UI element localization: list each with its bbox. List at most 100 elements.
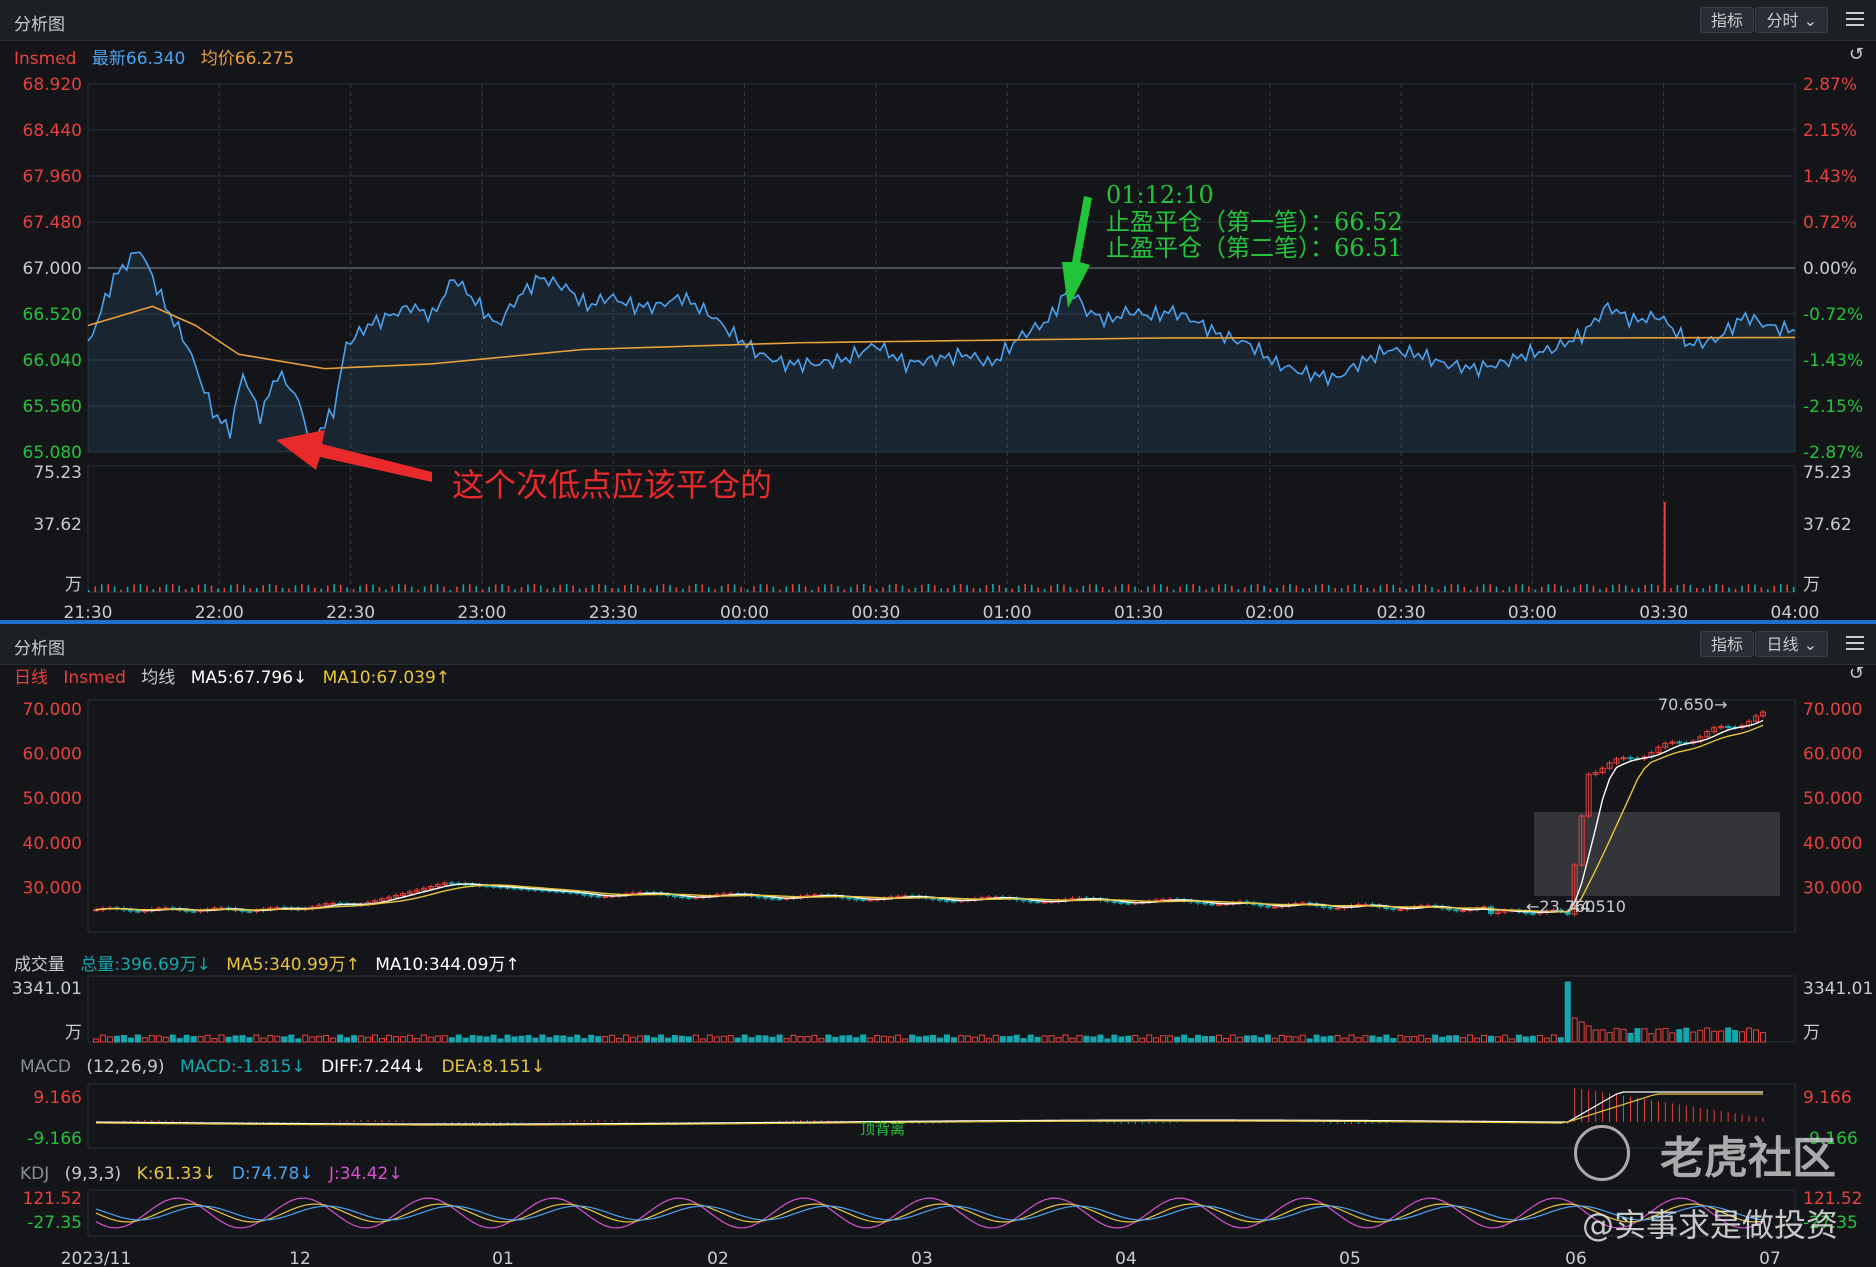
daily-volume-bar bbox=[957, 1035, 964, 1043]
volume-bar bbox=[1269, 588, 1272, 592]
candle-body bbox=[372, 900, 378, 904]
macd-dea-line bbox=[95, 1093, 1764, 1126]
reset-icon[interactable]: ↺ bbox=[1849, 663, 1864, 684]
price-tick-label: 68.440 bbox=[23, 121, 82, 141]
stock-name: Insmed bbox=[63, 668, 126, 688]
volume-bar bbox=[430, 584, 432, 592]
volume-bar bbox=[1683, 584, 1685, 592]
volume-bar bbox=[1553, 584, 1556, 592]
candle-body bbox=[832, 894, 839, 897]
candle-body bbox=[148, 908, 155, 912]
candle-body bbox=[1529, 912, 1536, 915]
daily-volume-bar bbox=[678, 1035, 685, 1043]
daily-volume-bar bbox=[1111, 1034, 1118, 1043]
daily-volume-bar bbox=[888, 1036, 895, 1043]
volume-bar bbox=[1489, 584, 1491, 592]
candle-body bbox=[1229, 902, 1236, 905]
candle-body bbox=[1250, 902, 1257, 905]
candle-body bbox=[818, 894, 825, 897]
daily-volume-bar bbox=[525, 1034, 532, 1043]
kdj-tick: 121.52 bbox=[23, 1189, 82, 1209]
volume-bar bbox=[921, 584, 923, 592]
macd-tick: 9.166 bbox=[33, 1088, 82, 1108]
candle-body bbox=[1543, 910, 1550, 914]
daily-volume-bar bbox=[532, 1037, 539, 1043]
daily-volume-bar bbox=[1655, 1028, 1662, 1043]
candle-body bbox=[553, 890, 560, 893]
ma-label: 均线 bbox=[141, 668, 176, 688]
intraday-chart[interactable]: 68.920 2.87% 68.440 2.15% 67.960 1.43% 67.480 0… bbox=[0, 0, 1876, 620]
volume-bar bbox=[417, 589, 419, 592]
candle-body bbox=[1620, 757, 1627, 760]
volume-bar bbox=[552, 587, 555, 592]
volume-bar bbox=[1205, 589, 1207, 592]
volume-bar bbox=[753, 586, 755, 592]
macd-selector[interactable]: MACD bbox=[20, 1057, 71, 1077]
daily-volume-bar bbox=[1027, 1034, 1034, 1043]
bottom-period-dropdown[interactable]: 日线 ⌄ bbox=[1755, 631, 1828, 657]
high-label: 70.650→ bbox=[1658, 695, 1727, 714]
volume-bar bbox=[365, 584, 368, 592]
candle-body bbox=[497, 886, 504, 889]
volume-bar bbox=[869, 585, 871, 592]
time-tick-label: 01:30 bbox=[1114, 603, 1163, 620]
volume-bar bbox=[1450, 584, 1453, 592]
candle-body bbox=[225, 907, 232, 910]
volume-bar bbox=[1353, 584, 1356, 592]
candle-body bbox=[1557, 909, 1564, 912]
candle-body bbox=[734, 893, 741, 896]
volume-bar bbox=[766, 584, 768, 592]
daily-volume-bar bbox=[1760, 1032, 1767, 1043]
volume-bar bbox=[1366, 587, 1369, 592]
kline-tick-label: 40.000 bbox=[1803, 834, 1862, 854]
macd-params: (12,26,9) bbox=[86, 1057, 165, 1077]
kdj-selector[interactable]: KDJ bbox=[20, 1164, 49, 1184]
daily-volume-bar bbox=[1209, 1036, 1215, 1043]
candle-body bbox=[295, 908, 302, 911]
menu-icon[interactable] bbox=[1846, 636, 1864, 652]
candle-body bbox=[602, 895, 609, 898]
daily-volume-bar bbox=[225, 1036, 232, 1043]
kdj-d-line bbox=[95, 1205, 1764, 1221]
candle-body bbox=[741, 893, 748, 896]
daily-volume-bar bbox=[469, 1034, 476, 1043]
kline-tick-label: 70.000 bbox=[1803, 700, 1862, 720]
volume-bar bbox=[940, 588, 943, 592]
volume-bar bbox=[733, 584, 736, 592]
time-tick-label: 03:00 bbox=[1508, 603, 1557, 620]
candle-body bbox=[1125, 902, 1132, 905]
candle-body bbox=[1348, 905, 1355, 908]
volume-bar bbox=[1172, 589, 1175, 592]
volume-bar bbox=[385, 589, 387, 592]
volume-bar bbox=[488, 586, 490, 592]
volume-bar bbox=[1302, 588, 1304, 592]
candle-body bbox=[1299, 902, 1306, 905]
daily-volume-bar bbox=[1250, 1035, 1257, 1043]
daily-volume-bar bbox=[992, 1034, 999, 1043]
volume-bar bbox=[630, 584, 633, 592]
daily-volume-bar bbox=[1732, 1030, 1739, 1043]
candle-body bbox=[727, 893, 734, 896]
volume-bar bbox=[1573, 587, 1575, 592]
volume-bar bbox=[242, 585, 245, 592]
volume-bar bbox=[972, 588, 975, 592]
date-tick-label: 01 bbox=[492, 1249, 514, 1267]
time-tick-label: 23:00 bbox=[457, 603, 506, 620]
candle-body bbox=[964, 899, 971, 902]
daily-volume-bar bbox=[1683, 1027, 1690, 1043]
bottom-indicator-button[interactable]: 指标 bbox=[1699, 631, 1754, 657]
annotation-red-note: 这个次低点应该平仓的 bbox=[452, 466, 772, 504]
candle-body bbox=[316, 904, 323, 908]
volume-bar bbox=[623, 585, 626, 592]
candle-body bbox=[943, 899, 950, 902]
pct-tick-label: -1.43% bbox=[1803, 351, 1863, 371]
candle-body bbox=[1278, 905, 1285, 908]
daily-volume-bar bbox=[930, 1034, 936, 1043]
volume-bar bbox=[746, 589, 749, 592]
daily-volume-bar bbox=[1557, 1037, 1564, 1043]
daily-volume-bar bbox=[1062, 1034, 1069, 1043]
daily-volume-bar bbox=[1069, 1037, 1076, 1043]
daily-volume-bar bbox=[1104, 1038, 1111, 1043]
candle-body bbox=[330, 902, 337, 905]
candle-body bbox=[1195, 901, 1202, 904]
